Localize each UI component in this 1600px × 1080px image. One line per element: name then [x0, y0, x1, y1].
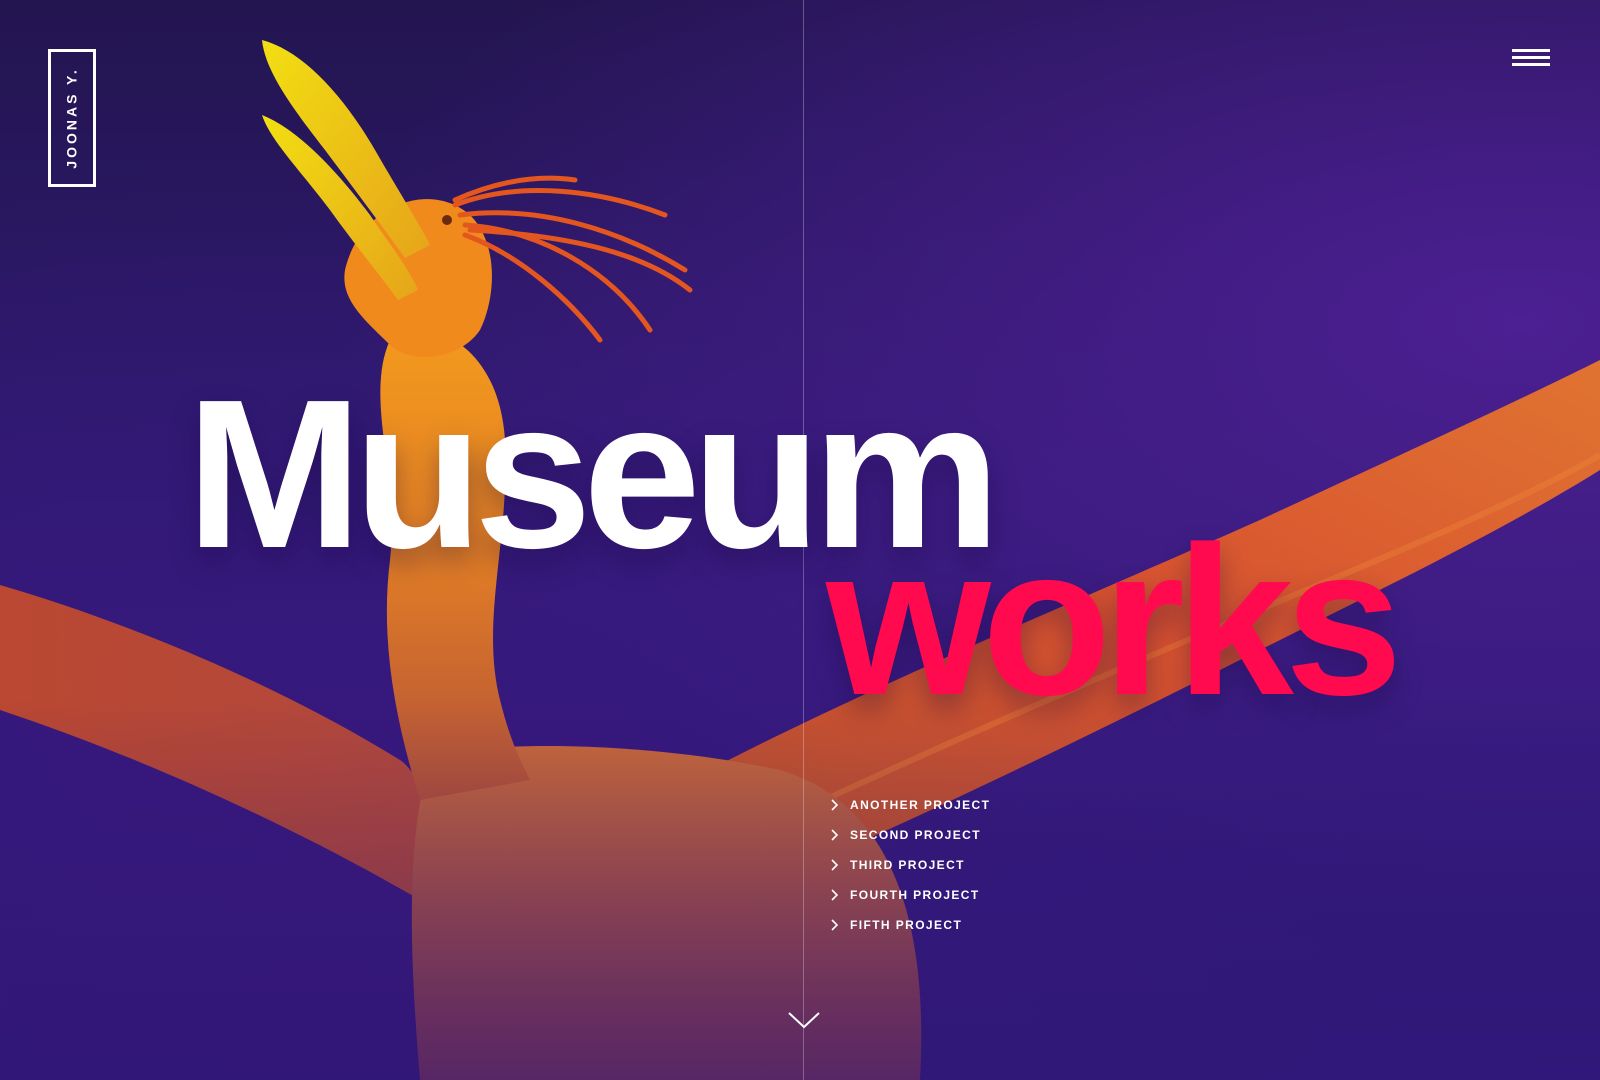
project-label: FIFTH PROJECT [850, 918, 963, 932]
project-link-another[interactable]: ANOTHER PROJECT [830, 790, 990, 820]
chevron-right-icon [831, 829, 839, 841]
project-label: SECOND PROJECT [850, 828, 981, 842]
project-label: THIRD PROJECT [850, 858, 965, 872]
menu-line [1512, 56, 1550, 59]
chevron-right-icon [831, 919, 839, 931]
logo[interactable]: JOONAS Y. [48, 49, 96, 187]
project-label: ANOTHER PROJECT [850, 798, 991, 812]
page: JOONAS Y. Museum works ANOTHER PROJECT S… [0, 0, 1600, 1080]
hamburger-menu-icon[interactable] [1512, 47, 1550, 71]
chevron-right-icon [831, 799, 839, 811]
menu-line [1512, 49, 1550, 52]
chevron-right-icon [831, 889, 839, 901]
hero-title-works: works [826, 502, 1403, 739]
menu-line [1512, 63, 1550, 66]
chevron-right-icon [831, 859, 839, 871]
project-link-second[interactable]: SECOND PROJECT [830, 820, 990, 850]
project-list: ANOTHER PROJECT SECOND PROJECT THIRD PRO… [830, 790, 990, 940]
chevron-down-icon[interactable] [787, 1010, 821, 1030]
project-link-fourth[interactable]: FOURTH PROJECT [830, 880, 990, 910]
project-label: FOURTH PROJECT [850, 888, 980, 902]
project-link-third[interactable]: THIRD PROJECT [830, 850, 990, 880]
logo-text: JOONAS Y. [64, 67, 80, 169]
project-link-fifth[interactable]: FIFTH PROJECT [830, 910, 990, 940]
